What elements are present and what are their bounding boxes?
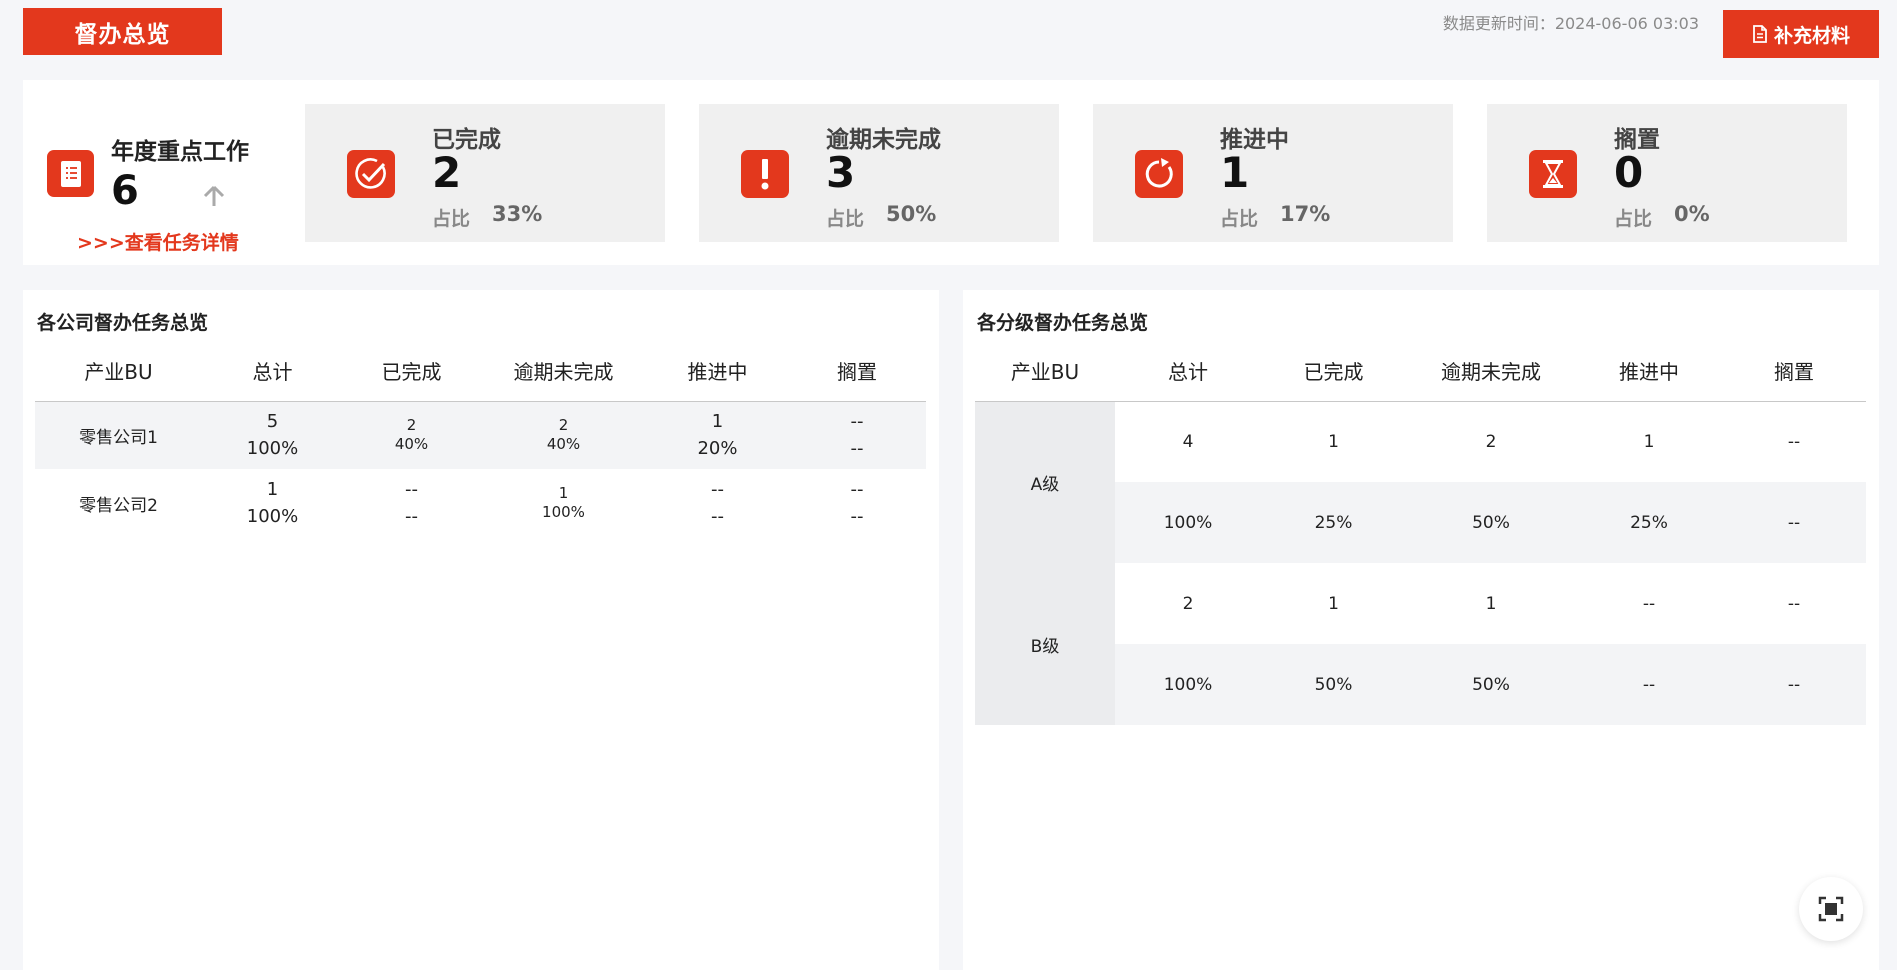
- table-cell: --: [1576, 644, 1722, 725]
- ratio-value: 17%: [1280, 202, 1331, 226]
- top-bar: 督办总览 数据更新时间：2024-06-06 03:03 补充材料: [0, 0, 1897, 70]
- overdue-cell: 2 40%: [480, 401, 647, 469]
- total-cell: 5 100%: [202, 401, 343, 469]
- column-header: 搁置: [1774, 359, 1814, 384]
- summary-strip: 年度重点工作 6 >>>查看任务详情 已完成 2 占比 33% 逾期未完成 3 …: [23, 80, 1879, 265]
- panel-title: 各分级督办任务总览: [977, 312, 1149, 334]
- card-value: 2: [432, 148, 462, 197]
- table-cell: 100%: [1115, 482, 1261, 563]
- company-table: 产业BU 总计 已完成 逾期未完成 推进中 搁置 零售公司1 5 100% 2 40…: [35, 340, 926, 537]
- ratio-value: 33%: [492, 202, 543, 226]
- table-cell: 1: [1485, 593, 1497, 614]
- table-cell: --: [1787, 431, 1801, 452]
- table-row[interactable]: 零售公司1 5 100% 2 40% 2 40% 1 20% -- --: [35, 401, 926, 469]
- annual-key-work: 年度重点工作 6 >>>查看任务详情: [47, 130, 307, 254]
- progress-cell: -- --: [711, 479, 724, 527]
- column-header: 推进中: [1619, 359, 1679, 384]
- table-cell: 4: [1182, 431, 1194, 452]
- grade-overview-panel: 各分级督办任务总览 产业BU 总计 已完成 逾期未完成 推进中 搁置 A级 4 …: [963, 290, 1879, 970]
- refresh-icon: [1135, 150, 1183, 198]
- table-cell: 2: [1182, 593, 1194, 614]
- annual-count: 6: [111, 168, 139, 214]
- column-header: 产业BU: [84, 359, 153, 384]
- table-cell: --: [1642, 593, 1656, 614]
- document-icon: [1753, 25, 1767, 43]
- table-cell: 50%: [1406, 482, 1576, 563]
- table-cell: 50%: [1261, 644, 1406, 725]
- done-cell: 2 40%: [343, 401, 480, 469]
- fullscreen-button[interactable]: [1799, 877, 1863, 941]
- ratio-label: 占比: [1220, 208, 1259, 230]
- completed-card[interactable]: 已完成 2 占比 33%: [305, 104, 665, 242]
- company-name: 零售公司2: [79, 495, 158, 516]
- ratio-value: 50%: [886, 202, 937, 226]
- overdue-cell: 1 100%: [542, 484, 585, 521]
- table-header-row: 产业BU 总计 已完成 逾期未完成 推进中 搁置: [35, 340, 926, 401]
- table-header-row: 产业BU 总计 已完成 逾期未完成 推进中 搁置: [975, 340, 1866, 401]
- panel-title: 各公司督办任务总览: [37, 312, 209, 334]
- column-header: 产业BU: [1010, 359, 1080, 384]
- shelved-card[interactable]: 搁置 0 占比 0%: [1487, 104, 1847, 242]
- table-row[interactable]: 零售公司2 1 100% -- -- 1 100% -- -- -- --: [35, 469, 926, 537]
- page-title-button[interactable]: 督办总览: [23, 8, 222, 55]
- table-cell: 100%: [1115, 644, 1261, 725]
- done-cell: -- --: [405, 479, 418, 527]
- company-overview-panel: 各公司督办任务总览 产业BU 总计 已完成 逾期未完成 推进中 搁置 零售公司1…: [23, 290, 939, 970]
- column-header: 搁置: [837, 359, 877, 384]
- overdue-card[interactable]: 逾期未完成 3 占比 50%: [699, 104, 1059, 242]
- column-header: 已完成: [381, 359, 442, 384]
- view-task-details-link[interactable]: >>>查看任务详情: [77, 228, 239, 255]
- card-value: 1: [1220, 148, 1250, 197]
- arrow-up-icon: [203, 185, 225, 206]
- table-cell: 1: [1328, 593, 1339, 614]
- ratio-label: 占比: [826, 208, 865, 230]
- progress-cell: 1 20%: [647, 401, 788, 469]
- table-cell: --: [1722, 644, 1866, 725]
- card-value: 0: [1614, 148, 1644, 197]
- grade-table: 产业BU 总计 已完成 逾期未完成 推进中 搁置 A级 4 1 2 1 -- 1…: [975, 340, 1866, 725]
- table-row[interactable]: A级 4 1 2 1 --: [975, 401, 1866, 563]
- column-header: 逾期未完成: [513, 359, 614, 384]
- table-cell: 2: [1485, 431, 1497, 452]
- fullscreen-icon: [1818, 896, 1844, 922]
- supplement-materials-button[interactable]: 补充材料: [1723, 10, 1879, 58]
- annual-label: 年度重点工作: [111, 139, 249, 165]
- check-circle-icon: [347, 150, 395, 198]
- table-cell: --: [1787, 593, 1801, 614]
- exclamation-icon: [741, 150, 789, 198]
- grade-name: B级: [975, 563, 1115, 725]
- in-progress-card[interactable]: 推进中 1 占比 17%: [1093, 104, 1453, 242]
- column-header: 已完成: [1303, 359, 1364, 384]
- ratio-value: 0%: [1674, 202, 1710, 226]
- column-header: 逾期未完成: [1441, 359, 1541, 384]
- table-row[interactable]: B级 2 1 1 -- --: [975, 563, 1866, 725]
- table-cell: 1: [1328, 431, 1339, 452]
- ratio-label: 占比: [1614, 208, 1653, 230]
- supplement-label: 补充材料: [1773, 24, 1850, 47]
- ratio-label: 占比: [432, 208, 471, 230]
- column-header: 总计: [1168, 359, 1208, 384]
- column-header: 推进中: [687, 359, 748, 384]
- table-cell: 25%: [1576, 482, 1722, 563]
- hourglass-icon: [1529, 150, 1577, 198]
- shelved-cell: -- --: [850, 479, 864, 527]
- shelved-cell: -- --: [788, 401, 926, 469]
- table-cell: 1: [1643, 431, 1655, 452]
- table-cell: --: [1722, 482, 1866, 563]
- update-time: 数据更新时间：2024-06-06 03:03: [1442, 14, 1699, 33]
- column-header: 总计: [252, 359, 293, 384]
- total-cell: 1 100%: [246, 479, 299, 527]
- list-document-icon: [47, 150, 94, 197]
- grade-name: A级: [975, 401, 1115, 563]
- table-cell: 50%: [1406, 644, 1576, 725]
- company-name: 零售公司1: [35, 401, 202, 469]
- card-value: 3: [826, 148, 856, 197]
- table-cell: 25%: [1261, 482, 1406, 563]
